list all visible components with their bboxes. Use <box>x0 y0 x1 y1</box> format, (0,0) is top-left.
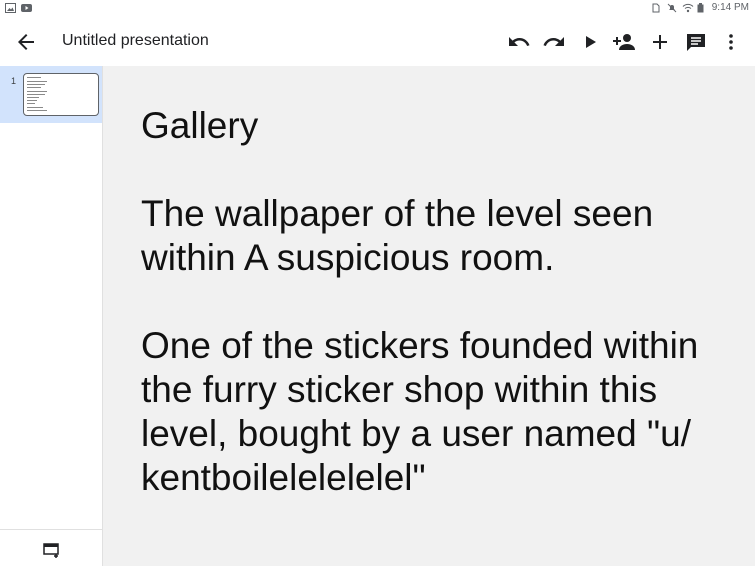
sim-icon <box>652 3 663 13</box>
more-options-button[interactable] <box>719 30 743 54</box>
slide-heading: Gallery <box>141 105 259 146</box>
slide-number: 1 <box>11 76 17 86</box>
app-bar: Untitled presentation <box>0 18 755 66</box>
share-button[interactable] <box>613 30 637 54</box>
status-bar: 9:14 PM <box>0 0 755 18</box>
redo-button[interactable] <box>542 30 566 54</box>
slide-text-box[interactable]: Gallery The wallpaper of the level seen … <box>141 104 741 500</box>
wifi-icon <box>682 3 694 13</box>
add-person-icon <box>613 34 635 50</box>
slides-panel: 1 <box>0 66 103 566</box>
insert-button[interactable] <box>648 30 672 54</box>
undo-icon <box>509 37 530 46</box>
gallery-icon <box>5 3 16 13</box>
more-vert-icon <box>729 34 733 50</box>
add-icon <box>653 35 667 49</box>
comments-button[interactable] <box>684 30 708 54</box>
slide-canvas[interactable]: Gallery The wallpaper of the level seen … <box>103 66 755 566</box>
present-button[interactable] <box>578 30 602 54</box>
add-slide-icon <box>43 543 59 558</box>
redo-icon <box>543 37 564 46</box>
slide-thumbnail-row[interactable]: 1 <box>0 66 102 123</box>
slide-paragraph: One of the stickers founded within the f… <box>141 325 699 498</box>
battery-icon <box>697 2 708 13</box>
comment-icon <box>687 34 705 51</box>
no-notifications-icon <box>667 3 678 13</box>
youtube-icon <box>21 3 32 13</box>
sidebar-divider <box>0 529 102 530</box>
slide-thumbnail[interactable] <box>23 73 99 116</box>
new-slide-button[interactable] <box>42 540 62 560</box>
document-title[interactable]: Untitled presentation <box>62 32 209 50</box>
slide-paragraph: The wallpaper of the level seen within A… <box>141 193 654 278</box>
undo-button[interactable] <box>507 30 531 54</box>
arrow-back-icon <box>18 34 34 50</box>
clock: 9:14 PM <box>711 2 749 13</box>
back-button[interactable] <box>14 30 38 54</box>
play-icon <box>586 36 596 48</box>
